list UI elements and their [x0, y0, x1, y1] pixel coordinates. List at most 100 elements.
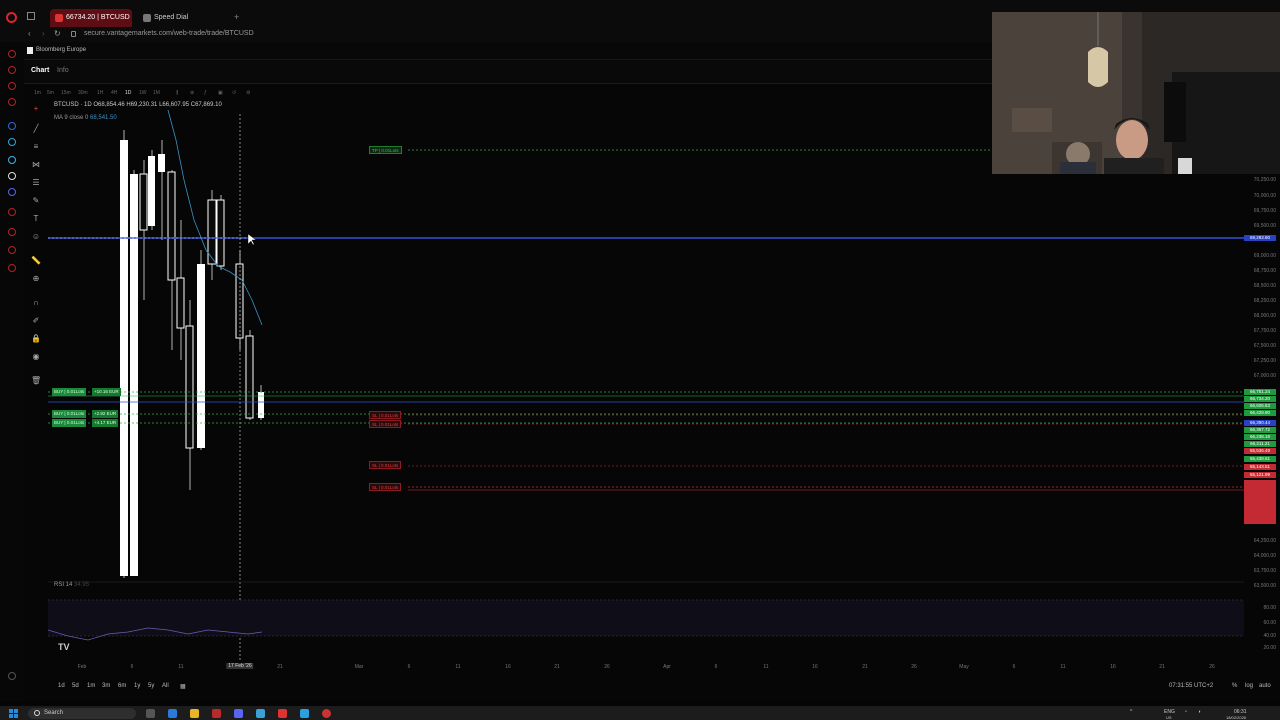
compare-icon[interactable]: ⊕	[190, 90, 194, 96]
discord-taskbar-icon[interactable]	[234, 709, 243, 718]
sidebar-icon-3[interactable]	[8, 82, 16, 90]
range-1y[interactable]: 1y	[134, 683, 140, 689]
price-chart[interactable]	[48, 100, 1244, 662]
sidebar-icon-6[interactable]	[8, 228, 16, 236]
range-6m[interactable]: 6m	[118, 683, 126, 689]
percent-toggle[interactable]: %	[1232, 683, 1237, 689]
position-pnl-2[interactable]: +2.82 EUR	[92, 410, 119, 418]
back-icon[interactable]: ‹	[28, 29, 31, 38]
range-1d[interactable]: 1d	[58, 683, 65, 689]
network-icon[interactable]: ◔	[1184, 709, 1187, 715]
undo-icon[interactable]: ↺	[232, 90, 236, 96]
tradingview-logo[interactable]: TV	[58, 642, 70, 652]
sl-order-label-4[interactable]: SL | 0.01Lots	[369, 483, 402, 491]
telegram-taskbar-icon[interactable]	[300, 709, 309, 718]
tab-menu-icon[interactable]	[27, 12, 35, 20]
pencil-lock-icon[interactable]: ✐	[31, 316, 41, 325]
tab-info[interactable]: Info	[57, 67, 69, 74]
sl-order-label-1[interactable]: SL | 0.01Lots	[369, 411, 402, 419]
symbol-label[interactable]: BTCUSD · 1D	[54, 102, 92, 108]
timeframe-15m[interactable]: 15m	[61, 90, 71, 96]
timezone-clock[interactable]: 07:31:55 UTC+2	[1169, 683, 1213, 689]
range-5d[interactable]: 5d	[72, 683, 79, 689]
timeframe-1w[interactable]: 1W	[139, 90, 147, 96]
emoji-icon[interactable]: ☺	[31, 232, 41, 241]
indicators-icon[interactable]: ƒ	[204, 90, 207, 96]
range-5y[interactable]: 5y	[148, 683, 154, 689]
screenshot-icon[interactable]: ▣	[218, 90, 223, 96]
new-tab-button[interactable]: +	[234, 12, 239, 22]
fib-icon[interactable]: ☰	[31, 178, 41, 187]
buy-position-label-2[interactable]: BUY | 0.01Lots	[52, 410, 87, 418]
sidebar-icon-1[interactable]	[8, 50, 16, 58]
magnet-icon[interactable]: ∩	[31, 298, 41, 307]
app-icon-1[interactable]	[168, 709, 177, 718]
trash-icon[interactable]: 🗑	[31, 376, 41, 385]
opera-gx-icon[interactable]	[212, 709, 221, 718]
crosshair-icon[interactable]: +	[31, 104, 41, 113]
bluesky-icon[interactable]	[8, 156, 16, 164]
volume-icon[interactable]: ◖	[1198, 709, 1201, 715]
time-axis[interactable]: Feb 6 11 21 Mar 6 11 16 21 26 Apr 6 11 1…	[48, 663, 1244, 674]
sidebar-icon-2[interactable]	[8, 66, 16, 74]
windows-start-icon[interactable]	[9, 709, 18, 718]
telegram-icon[interactable]	[8, 138, 16, 146]
reload-icon[interactable]: ↻	[54, 29, 61, 38]
timeframe-1d[interactable]: 1D	[125, 90, 131, 96]
sidebar-icon-5[interactable]	[8, 208, 16, 216]
opera-taskbar-icon[interactable]	[322, 709, 331, 718]
sl-order-label-2[interactable]: SL | 0.01Lots	[369, 420, 402, 428]
taskbar-search[interactable]: Search	[28, 708, 136, 719]
more-icon[interactable]	[8, 672, 16, 680]
settings-icon[interactable]: ⚙	[246, 90, 250, 96]
range-all[interactable]: All	[162, 683, 169, 689]
buy-position-label-3[interactable]: BUY | 0.01Lots	[52, 419, 87, 427]
rsi-legend[interactable]: RSI 14 34.95	[54, 582, 89, 588]
tp-order-label[interactable]: TP | 0.01Lots	[369, 146, 402, 154]
auto-toggle[interactable]: auto	[1259, 683, 1271, 689]
task-view-icon[interactable]	[146, 709, 155, 718]
timeframe-1m[interactable]: 1m	[34, 90, 41, 96]
file-explorer-icon[interactable]	[190, 709, 199, 718]
sl-order-label-3[interactable]: SL | 0.01Lots	[369, 461, 402, 469]
app-icon-2[interactable]	[256, 709, 265, 718]
horizontal-lines-icon[interactable]: ≡	[31, 142, 41, 151]
pitchfork-icon[interactable]: ⋈	[31, 160, 41, 169]
tab-btcusd[interactable]: 66734.20 | BTCUSD | Va...	[50, 9, 132, 39]
discord-icon[interactable]	[8, 188, 16, 196]
zoom-icon[interactable]: ⊕	[31, 274, 41, 283]
eye-icon[interactable]: ◉	[31, 352, 41, 361]
buy-position-label-1[interactable]: BUY | 0.01Lots	[52, 388, 87, 396]
app-icon-3[interactable]	[278, 709, 287, 718]
ruler-icon[interactable]: 📏	[31, 256, 41, 265]
sidebar-icon-8[interactable]	[8, 264, 16, 272]
sidebar-icon-4[interactable]	[8, 98, 16, 106]
messenger-icon[interactable]	[8, 122, 16, 130]
text-icon[interactable]: T	[31, 214, 41, 223]
forward-icon[interactable]: ›	[42, 29, 45, 38]
sidebar-icon-7[interactable]	[8, 246, 16, 254]
timeframe-30m[interactable]: 30m	[78, 90, 88, 96]
bookmark-bloomberg[interactable]: Bloomberg Europe	[36, 47, 86, 53]
range-3m[interactable]: 3m	[102, 683, 110, 689]
tab-chart[interactable]: Chart	[31, 67, 49, 74]
timeframe-1h[interactable]: 1H	[97, 90, 103, 96]
position-pnl-3[interactable]: +4.17 EUR	[92, 419, 119, 427]
range-1m[interactable]: 1m	[87, 683, 95, 689]
ma-legend[interactable]: MA 9 close 0 68,541.50	[54, 115, 117, 121]
x-icon[interactable]	[8, 172, 16, 180]
opera-logo-icon[interactable]	[6, 12, 17, 23]
tray-chevron-icon[interactable]: ^	[1130, 709, 1132, 715]
price-axis[interactable]: 70,250.00 70,000.00 69,750.00 69,500.00 …	[1244, 100, 1280, 662]
timeframe-1mo[interactable]: 1M	[153, 90, 160, 96]
position-pnl-1[interactable]: +10.16 EUR	[92, 388, 121, 396]
tab-speed-dial[interactable]: Speed Dial	[138, 9, 218, 27]
url-field[interactable]: secure.vantagemarkets.com/web-trade/trad…	[84, 30, 254, 37]
log-toggle[interactable]: log	[1245, 683, 1253, 689]
candle-type-icon[interactable]: ⫼	[176, 90, 178, 96]
date-range-icon[interactable]: ▦	[180, 683, 186, 690]
timeframe-5m[interactable]: 5m	[47, 90, 54, 96]
lock-drawings-icon[interactable]: 🔒	[31, 334, 41, 343]
brush-icon[interactable]: ✎	[31, 196, 41, 205]
timeframe-4h[interactable]: 4H	[111, 90, 117, 96]
